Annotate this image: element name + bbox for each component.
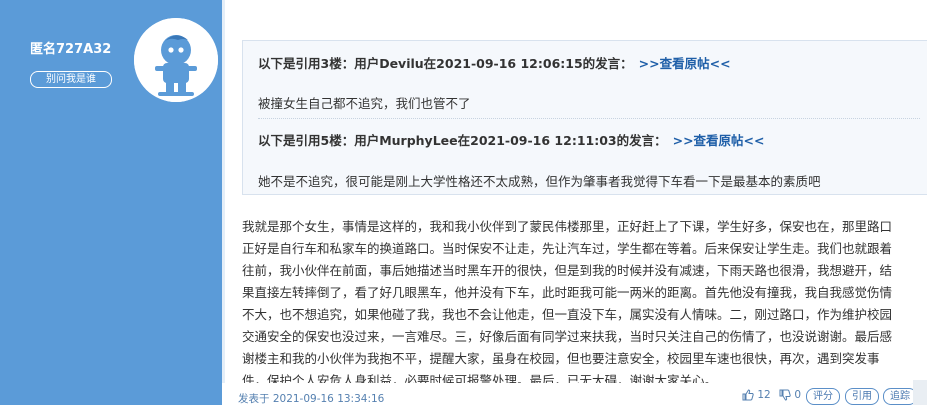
post-line: 往前，我小伙伴在前面，事后她描述当时黑车开的很快，但是到我的时候并没有减速，下雨… [242, 263, 893, 278]
quote-header: 以下是引用3楼：用户Devilu在2021-09-16 12:06:15的发言：… [258, 53, 731, 72]
quote-text: 被撞女生自己都不追究，我们也管不了 [258, 96, 471, 111]
scrollbar-corner[interactable] [913, 380, 927, 405]
dislike-button[interactable]: 0 [779, 389, 801, 405]
quote-button[interactable]: 引用 [845, 388, 879, 405]
user-sidebar: 匿名727A32 别问我是谁 [0, 0, 222, 405]
quote-header: 以下是引用5楼：用户MurphyLee在2021-09-16 12:11:03的… [258, 130, 765, 149]
username[interactable]: 匿名727A32 [30, 38, 111, 57]
view-original-link[interactable]: >>查看原帖<< [673, 133, 765, 148]
post-body: 我就是那个女生，事情是这样的，我和我小伙伴到了蒙民伟楼那里，正好赶上了下课，学生… [242, 216, 927, 392]
avatar-figure-icon [134, 18, 218, 102]
post-line: 我就是那个女生，事情是这样的，我和我小伙伴到了蒙民伟楼那里，正好赶上了下课，学生… [242, 219, 893, 234]
view-original-link[interactable]: >>查看原帖<< [639, 56, 731, 71]
like-count: 12 [757, 389, 771, 401]
quote-header-text: 以下是引用5楼：用户MurphyLee在2021-09-16 12:11:03的… [258, 133, 667, 148]
quote-block: 以下是引用3楼：用户Devilu在2021-09-16 12:06:15的发言：… [242, 40, 927, 195]
post-line: 谢楼主和我的小伙伴为我抱不平，提醒大家，虽身在校园，但也要注意安全，校园里车速也… [242, 351, 880, 366]
quote-text: 她不是不追究，很可能是刚上大学性格还不太成熟，但作为肇事者我觉得下车看一下是最基… [258, 174, 821, 189]
thumbs-down-icon [779, 389, 791, 401]
post-line: 不大，也不想追究，如果他碰了我，我也不会让他走，但一直没下车，属实没有人情味。二… [242, 307, 893, 322]
post-line: 正好是自行车和私家车的换道路口。当时保安不让走，先让汽车过，学生都在等着。后来保… [242, 241, 893, 256]
track-button[interactable]: 追踪 [883, 388, 917, 405]
thumbs-up-icon [742, 389, 754, 401]
avatar[interactable] [134, 18, 218, 102]
quote-header-text: 以下是引用3楼：用户Devilu在2021-09-16 12:06:15的发言： [258, 56, 633, 71]
rate-button[interactable]: 评分 [806, 388, 840, 405]
post-line: 交通安全的保安也没过来，一言难尽。三，好像后面有同学过来扶我，当时只关注自己的伤… [242, 329, 893, 344]
quote-separator [258, 118, 920, 119]
post-timestamp: 发表于 2021-09-16 13:34:16 [238, 393, 385, 405]
dislike-count: 0 [794, 389, 802, 401]
post-line: 果直接左转摔倒了，看了好几眼黑车，他并没有下车，此时距我可能一两米的距离。首先他… [242, 285, 893, 300]
like-button[interactable]: 12 [742, 389, 771, 405]
column-divider [222, 0, 225, 405]
post-footer: 发表于 2021-09-16 13:34:16 12 0 评分 引用 追踪 [222, 383, 927, 405]
whois-button[interactable]: 别问我是谁 [30, 71, 112, 88]
